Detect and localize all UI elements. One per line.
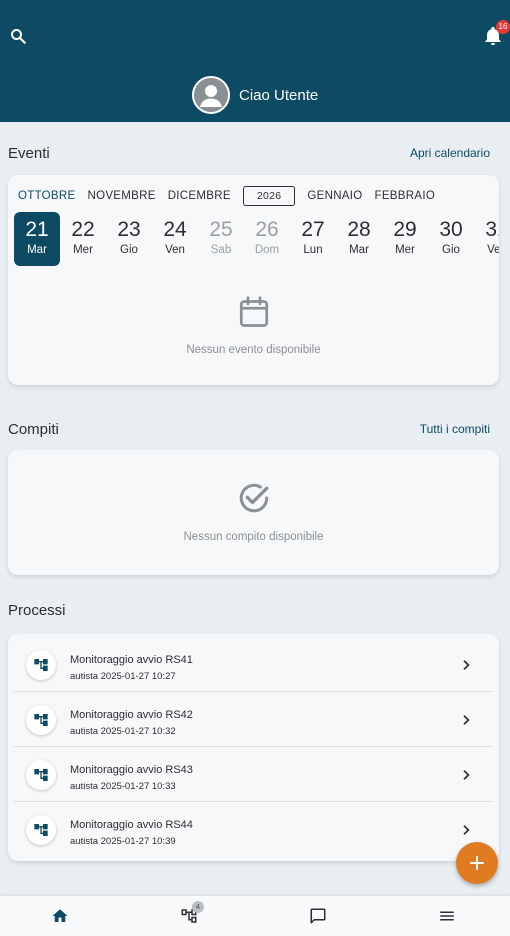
day-item[interactable]: 30 Gio	[428, 212, 474, 266]
day-item[interactable]: 31 Ven	[474, 212, 499, 266]
user-avatar-icon	[192, 76, 230, 114]
day-item[interactable]: 26 Dom	[244, 212, 290, 266]
month-novembre[interactable]: NOVEMBRE	[87, 190, 155, 202]
processes-card: Monitoraggio avvio RS41 autista 2025-01-…	[8, 634, 499, 861]
chevron-right-icon	[463, 715, 470, 725]
day-number: 22	[71, 218, 95, 241]
process-item[interactable]: Monitoraggio avvio RS42 autista 2025-01-…	[14, 692, 493, 747]
all-tasks-link[interactable]: Tutti i compiti	[420, 422, 490, 436]
day-number: 23	[117, 218, 141, 241]
nav-processes[interactable]	[169, 896, 209, 936]
month-selector: OTTOBRE NOVEMBRE DICEMBRE 2026 GENNAIO F…	[18, 185, 447, 207]
menu-icon	[440, 911, 454, 921]
calendar-icon	[239, 296, 268, 327]
process-subtitle: autista 2025-01-27 10:27	[70, 671, 176, 682]
day-number: 28	[347, 218, 371, 241]
events-title: Eventi	[8, 145, 50, 162]
bottom-navigation	[0, 896, 510, 936]
month-gennaio[interactable]: GENNAIO	[307, 190, 362, 202]
day-weekday: Mer	[395, 244, 415, 256]
chat-icon	[310, 908, 326, 924]
day-weekday: Mar	[27, 244, 47, 256]
day-weekday: Gio	[442, 244, 460, 256]
check-circle-icon	[239, 483, 268, 513]
add-fab-button[interactable]	[456, 842, 498, 884]
year-chip[interactable]: 2026	[242, 186, 296, 206]
process-tree-icon	[26, 760, 56, 790]
home-icon	[52, 909, 68, 922]
process-subtitle: autista 2025-01-27 10:39	[70, 836, 176, 847]
process-title: Monitoraggio avvio RS44	[70, 819, 193, 831]
day-item[interactable]: 28 Mar	[336, 212, 382, 266]
no-tasks-text: Nessun compito disponibile	[183, 531, 324, 543]
process-tree-icon	[26, 815, 56, 845]
process-title: Monitoraggio avvio RS43	[70, 764, 193, 776]
process-title: Monitoraggio avvio RS41	[70, 654, 193, 666]
month-febbraio[interactable]: FEBBRAIO	[375, 190, 436, 202]
day-item[interactable]: 25 Sab	[198, 212, 244, 266]
processes-title: Processi	[8, 602, 66, 619]
day-strip: 21 Mar 22 Mer 23 Gio 24 Ven 25 Sab 26 Do…	[14, 212, 499, 266]
process-item[interactable]: Monitoraggio avvio RS41 autista 2025-01-…	[14, 637, 493, 692]
process-subtitle: autista 2025-01-27 10:32	[70, 726, 176, 737]
process-item[interactable]: Monitoraggio avvio RS43 autista 2025-01-…	[14, 747, 493, 802]
nav-messages[interactable]	[298, 896, 338, 936]
day-item[interactable]: 22 Mer	[60, 212, 106, 266]
greeting-text: Ciao Utente	[239, 86, 319, 104]
day-number: 27	[301, 218, 325, 241]
day-weekday: Mar	[349, 244, 369, 256]
day-weekday: Lun	[303, 244, 323, 256]
user-profile[interactable]: Ciao Utente	[192, 76, 318, 114]
day-number: 29	[393, 218, 417, 241]
nav-home[interactable]	[40, 896, 80, 936]
day-weekday: Dom	[254, 244, 280, 256]
day-number: 30	[439, 218, 463, 241]
search-icon[interactable]	[9, 27, 27, 45]
tasks-title: Compiti	[8, 421, 59, 438]
month-dicembre[interactable]: DICEMBRE	[168, 190, 231, 202]
day-weekday: Sab	[210, 244, 232, 256]
day-item[interactable]: 23 Gio	[106, 212, 152, 266]
process-tree-icon	[26, 650, 56, 680]
day-item[interactable]: 24 Ven	[152, 212, 198, 266]
day-weekday: Ven	[165, 244, 185, 256]
process-subtitle: autista 2025-01-27 10:33	[70, 781, 176, 792]
process-tree-icon	[26, 705, 56, 735]
app-header: 16 Ciao Utente	[0, 0, 510, 122]
nav-menu[interactable]	[427, 896, 467, 936]
plus-icon	[470, 856, 484, 870]
day-item[interactable]: 21 Mar	[14, 212, 60, 266]
open-calendar-link[interactable]: Apri calendario	[410, 146, 490, 160]
day-weekday: Gio	[120, 244, 138, 256]
day-number: 21	[25, 218, 49, 241]
day-number: 25	[209, 218, 233, 241]
processes-count-badge: 4	[192, 901, 204, 913]
notification-badge: 16	[496, 20, 510, 34]
month-ottobre[interactable]: OTTOBRE	[18, 190, 75, 202]
day-weekday: Ven	[487, 244, 499, 256]
process-title: Monitoraggio avvio RS42	[70, 709, 193, 721]
chevron-right-icon	[463, 825, 470, 835]
day-number: 31	[485, 218, 499, 241]
day-number: 24	[163, 218, 187, 241]
day-weekday: Mer	[73, 244, 93, 256]
no-events-text: Nessun evento disponibile	[186, 344, 321, 356]
events-card: OTTOBRE NOVEMBRE DICEMBRE 2026 GENNAIO F…	[8, 175, 499, 385]
day-item[interactable]: 29 Mer	[382, 212, 428, 266]
day-item[interactable]: 27 Lun	[290, 212, 336, 266]
process-item[interactable]: Monitoraggio avvio RS44 autista 2025-01-…	[14, 802, 493, 857]
chevron-right-icon	[463, 770, 470, 780]
day-number: 26	[255, 218, 279, 241]
tasks-card: Nessun compito disponibile	[8, 450, 499, 575]
chevron-right-icon	[463, 660, 470, 670]
